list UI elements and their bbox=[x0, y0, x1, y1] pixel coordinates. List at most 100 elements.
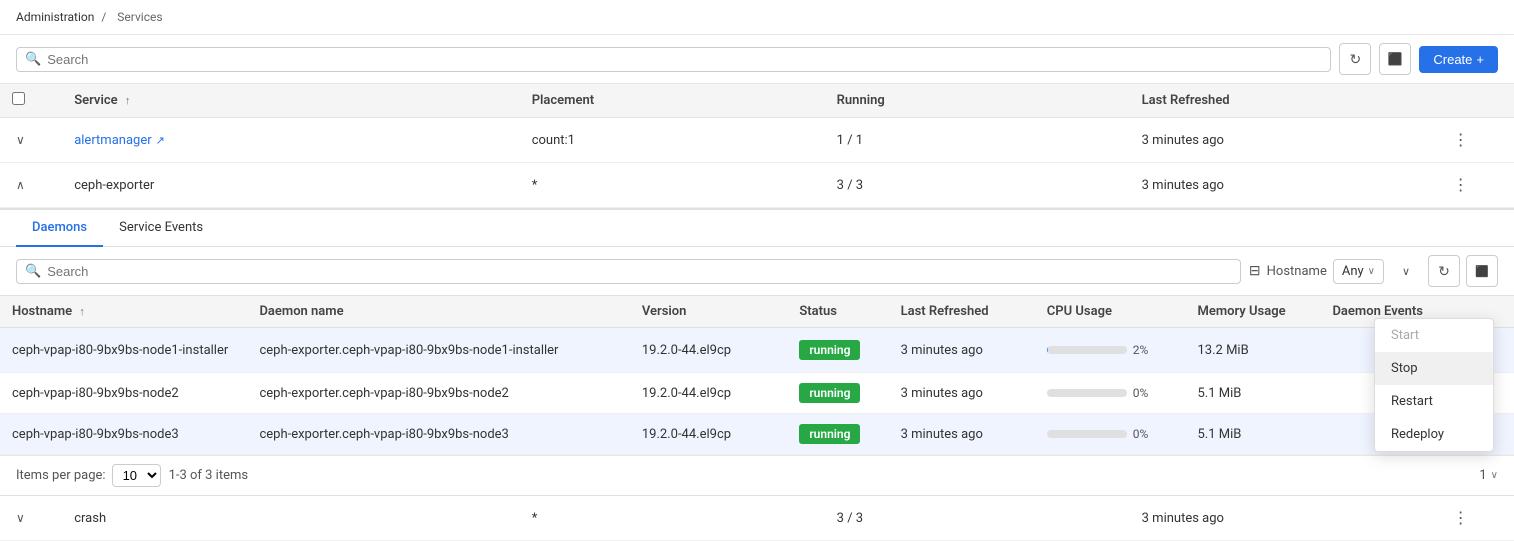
top-search-input[interactable] bbox=[47, 52, 1322, 67]
pagination-row: Items per page: 10 25 50 1-3 of 3 items … bbox=[0, 455, 1514, 495]
daemon-row3-status: running bbox=[787, 414, 888, 455]
alertmanager-link[interactable]: alertmanager ↗ bbox=[74, 133, 507, 148]
breadcrumb-current: Services bbox=[117, 10, 162, 24]
daemon-search-icon: 🔍 bbox=[25, 264, 41, 279]
daemon-row3-hostname: ceph-vpap-i80-9bx9bs-node3 bbox=[0, 414, 247, 455]
daemon-col-daemon-name: Daemon name bbox=[247, 296, 629, 328]
cpu-pct-label: 0% bbox=[1133, 386, 1157, 400]
crash-expand-btn[interactable]: ∨ bbox=[12, 509, 29, 527]
range-label: 1-3 of 3 items bbox=[169, 468, 249, 483]
context-menu-item-redeploy[interactable]: Redeploy bbox=[1375, 418, 1493, 451]
alertmanager-more-cell: ⋮ bbox=[1435, 118, 1514, 163]
tab-daemons-label: Daemons bbox=[32, 220, 87, 235]
crash-service-cell: crash bbox=[62, 496, 519, 541]
hostname-sort-icon: ↑ bbox=[79, 305, 85, 318]
alertmanager-placement: count:1 bbox=[520, 118, 825, 163]
alertmanager-expand-cell: ∨ bbox=[0, 118, 62, 163]
table-row: ceph-vpap-i80-9bx9bs-node2 ceph-exporter… bbox=[0, 373, 1514, 414]
filter-select[interactable]: Any ∨ bbox=[1333, 259, 1384, 284]
breadcrumb-parent[interactable]: Administration bbox=[16, 10, 94, 24]
alertmanager-running: 1 / 1 bbox=[825, 118, 1130, 163]
daemon-expand-btn[interactable]: ∨ bbox=[1390, 255, 1422, 287]
daemon-download-btn[interactable]: ⬛ bbox=[1466, 255, 1498, 287]
daemon-col-version: Version bbox=[630, 296, 787, 328]
context-menu-item-stop[interactable]: Stop bbox=[1375, 352, 1493, 385]
daemon-header-row: Hostname ↑ Daemon name Version Status La… bbox=[0, 296, 1514, 328]
daemon-col-hostname[interactable]: Hostname ↑ bbox=[0, 296, 247, 328]
tab-daemons[interactable]: Daemons bbox=[16, 210, 103, 247]
breadcrumb-separator: / bbox=[101, 10, 106, 24]
daemon-row3-memory: 5.1 MiB bbox=[1186, 414, 1321, 455]
daemon-toolbar: 🔍 ⊟ Hostname Any ∨ ∨ ↻ ⬛ bbox=[0, 247, 1514, 296]
ceph-exporter-expand-cell: ∧ bbox=[0, 163, 62, 208]
ceph-exporter-expand-btn[interactable]: ∧ bbox=[12, 176, 29, 194]
daemon-row1-cpu: 2% bbox=[1035, 328, 1186, 373]
cpu-bar bbox=[1047, 430, 1127, 438]
status-badge: running bbox=[799, 340, 860, 360]
filter-value: Any bbox=[1342, 264, 1364, 279]
tab-service-events-label: Service Events bbox=[119, 220, 203, 235]
services-col-placement: Placement bbox=[520, 84, 825, 118]
services-col-last-refreshed: Last Refreshed bbox=[1130, 84, 1435, 118]
context-menu-item-restart[interactable]: Restart bbox=[1375, 385, 1493, 418]
create-icon: + bbox=[1476, 52, 1484, 67]
crash-table: ∨ crash * 3 / 3 3 minutes ago ⋮ bbox=[0, 495, 1514, 541]
alertmanager-external-icon: ↗ bbox=[156, 134, 165, 147]
cpu-bar-wrapper: 0% bbox=[1047, 386, 1174, 400]
daemon-row3-daemon-name: ceph-exporter.ceph-vpap-i80-9bx9bs-node3 bbox=[247, 414, 629, 455]
daemon-refresh-btn[interactable]: ↻ bbox=[1428, 255, 1460, 287]
services-col-running: Running bbox=[825, 84, 1130, 118]
daemon-row2-cpu: 0% bbox=[1035, 373, 1186, 414]
ceph-exporter-service-cell: ceph-exporter bbox=[62, 163, 519, 208]
top-search-icon: 🔍 bbox=[25, 52, 41, 67]
alertmanager-more-btn[interactable]: ⋮ bbox=[1447, 128, 1475, 152]
crash-more-cell: ⋮ bbox=[1435, 496, 1514, 541]
cpu-fill bbox=[1047, 346, 1049, 354]
filter-label: Hostname bbox=[1267, 264, 1327, 279]
select-all-services[interactable] bbox=[12, 92, 25, 105]
page-chevron-icon: ∨ bbox=[1491, 470, 1498, 481]
table-row: ∨ crash * 3 / 3 3 minutes ago ⋮ bbox=[0, 496, 1514, 541]
refresh-button[interactable]: ↻ bbox=[1339, 43, 1371, 75]
cpu-pct-label: 2% bbox=[1133, 343, 1157, 357]
daemon-search-input[interactable] bbox=[47, 264, 1232, 279]
tab-service-events[interactable]: Service Events bbox=[103, 210, 219, 247]
context-menu: Start Stop Restart Redeploy bbox=[1374, 318, 1494, 452]
table-row: ∧ ceph-exporter * 3 / 3 3 minutes ago ⋮ bbox=[0, 163, 1514, 208]
crash-placement: * bbox=[520, 496, 825, 541]
top-toolbar: 🔍 ↻ ⬛ Create + bbox=[0, 35, 1514, 84]
cpu-bar bbox=[1047, 389, 1127, 397]
daemon-row1-version: 19.2.0-44.el9cp bbox=[630, 328, 787, 373]
daemon-row3-cpu: 0% bbox=[1035, 414, 1186, 455]
stop-label: Stop bbox=[1391, 361, 1418, 376]
start-label: Start bbox=[1391, 328, 1419, 343]
ceph-exporter-running: 3 / 3 bbox=[825, 163, 1130, 208]
page-number: 1 bbox=[1479, 468, 1486, 483]
filter-chevron-icon: ∨ bbox=[1368, 266, 1375, 277]
alertmanager-expand-btn[interactable]: ∨ bbox=[12, 131, 29, 149]
daemon-row2-status: running bbox=[787, 373, 888, 414]
crash-more-btn[interactable]: ⋮ bbox=[1447, 506, 1475, 530]
download-button[interactable]: ⬛ bbox=[1379, 43, 1411, 75]
cpu-bar bbox=[1047, 346, 1127, 354]
crash-expand-cell: ∨ bbox=[0, 496, 62, 541]
ceph-exporter-more-btn[interactable]: ⋮ bbox=[1447, 173, 1475, 197]
daemon-row1-refreshed: 3 minutes ago bbox=[889, 328, 1035, 373]
ceph-exporter-refreshed: 3 minutes ago bbox=[1130, 163, 1435, 208]
breadcrumb: Administration / Services bbox=[0, 0, 1514, 35]
services-col-service[interactable]: Service ↑ bbox=[62, 84, 519, 118]
redeploy-label: Redeploy bbox=[1391, 427, 1444, 442]
context-menu-item-start[interactable]: Start bbox=[1375, 319, 1493, 352]
crash-label: crash bbox=[74, 511, 106, 526]
daemon-row2-hostname: ceph-vpap-i80-9bx9bs-node2 bbox=[0, 373, 247, 414]
daemon-row2-daemon-name: ceph-exporter.ceph-vpap-i80-9bx9bs-node2 bbox=[247, 373, 629, 414]
daemon-row1-memory: 13.2 MiB bbox=[1186, 328, 1321, 373]
per-page-select[interactable]: 10 25 50 bbox=[112, 464, 161, 487]
page-nav: 1 ∨ bbox=[1479, 468, 1498, 483]
create-button[interactable]: Create + bbox=[1419, 46, 1498, 73]
services-table: Service ↑ Placement Running Last Refresh… bbox=[0, 84, 1514, 208]
daemon-row3-refreshed: 3 minutes ago bbox=[889, 414, 1035, 455]
cpu-pct-label: 0% bbox=[1133, 427, 1157, 441]
status-badge: running bbox=[799, 383, 860, 403]
crash-running: 3 / 3 bbox=[825, 496, 1130, 541]
